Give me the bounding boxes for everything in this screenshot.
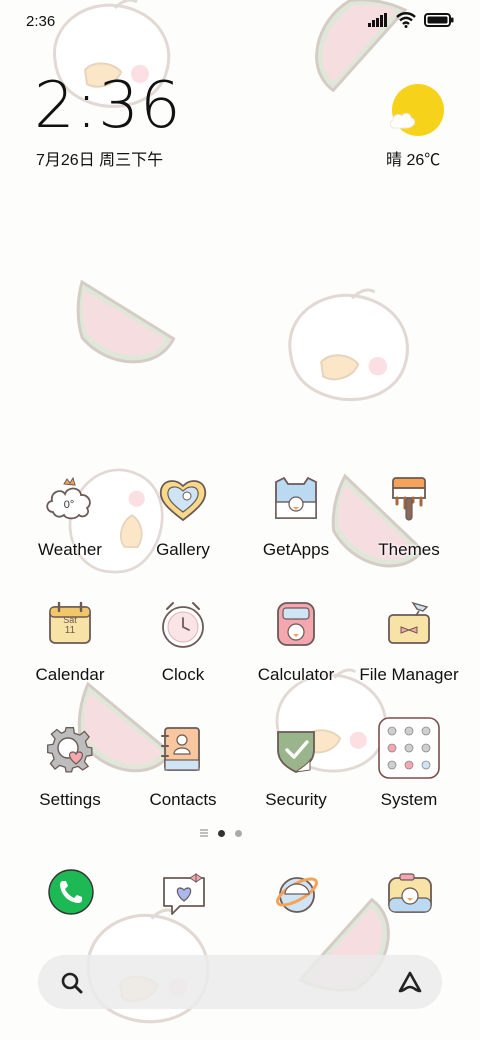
sunny-cloud-icon[interactable] [388, 84, 444, 136]
app-getapps[interactable]: GetApps [240, 474, 352, 584]
wifi-icon [396, 12, 416, 28]
clock-widget-date: 7月26日 周三下午 [36, 152, 164, 169]
search-icon[interactable] [60, 971, 84, 995]
calendar-icon-date: 11 [65, 625, 76, 636]
menu-lines-icon [200, 829, 208, 837]
app-label: File Manager [359, 665, 459, 684]
clock-icon [162, 602, 204, 648]
camera-icon[interactable] [386, 870, 434, 918]
app-label: Themes [378, 540, 440, 559]
app-label: Calendar [35, 665, 105, 684]
assistant-icon[interactable] [396, 969, 424, 995]
browser-icon[interactable] [273, 870, 321, 918]
app-file-manager[interactable]: File Manager [353, 599, 465, 709]
messaging-icon[interactable] [160, 870, 208, 918]
settings-icon [47, 727, 93, 773]
search-bar[interactable] [38, 955, 442, 1009]
battery-icon [424, 13, 454, 27]
file-manager-icon [388, 601, 430, 644]
themes-icon [392, 477, 426, 521]
app-label: Weather [38, 540, 102, 559]
app-themes[interactable]: Themes [353, 474, 465, 584]
app-label: Calculator [257, 665, 335, 684]
weather-text[interactable]: 晴 26℃ [386, 146, 440, 170]
app-label: System [380, 790, 438, 809]
status-time: 2:36 [26, 13, 56, 30]
app-system-folder[interactable]: System [353, 716, 465, 826]
app-calculator[interactable]: Calculator [240, 599, 352, 709]
gallery-icon [159, 480, 207, 522]
app-contacts[interactable]: Contacts [127, 724, 239, 834]
weather-icon-temp: 0° [64, 499, 75, 511]
app-label: Gallery [156, 540, 210, 559]
page-indicator[interactable] [200, 829, 242, 837]
calendar-icon-day: Sat [63, 615, 77, 625]
clock-widget-time[interactable]: 2:36 [34, 74, 182, 138]
app-label: Clock [161, 665, 205, 684]
page-dot [235, 829, 242, 837]
app-label: Security [265, 790, 327, 809]
security-icon [277, 731, 315, 774]
app-clock[interactable]: Clock [127, 599, 239, 709]
page-dot-current [218, 829, 225, 837]
calculator-icon [277, 602, 315, 646]
app-label: Settings [39, 790, 101, 809]
app-settings[interactable]: Settings [14, 724, 126, 834]
contacts-icon [161, 727, 200, 771]
app-weather[interactable]: 0° Weather [14, 474, 126, 584]
app-label: GetApps [262, 540, 330, 559]
status-bar: 2:36 [0, 0, 480, 44]
phone-icon[interactable] [47, 868, 95, 916]
getapps-icon [275, 476, 317, 519]
app-gallery[interactable]: Gallery [127, 474, 239, 584]
app-security[interactable]: Security [240, 724, 352, 834]
calendar-icon: Sat 11 [49, 601, 91, 644]
weather-icon: 0° [46, 476, 91, 520]
system-folder-icon [378, 717, 440, 779]
signal-icon [368, 13, 387, 27]
app-label: Contacts [149, 790, 217, 809]
app-calendar[interactable]: Sat 11 Calendar [14, 599, 126, 709]
